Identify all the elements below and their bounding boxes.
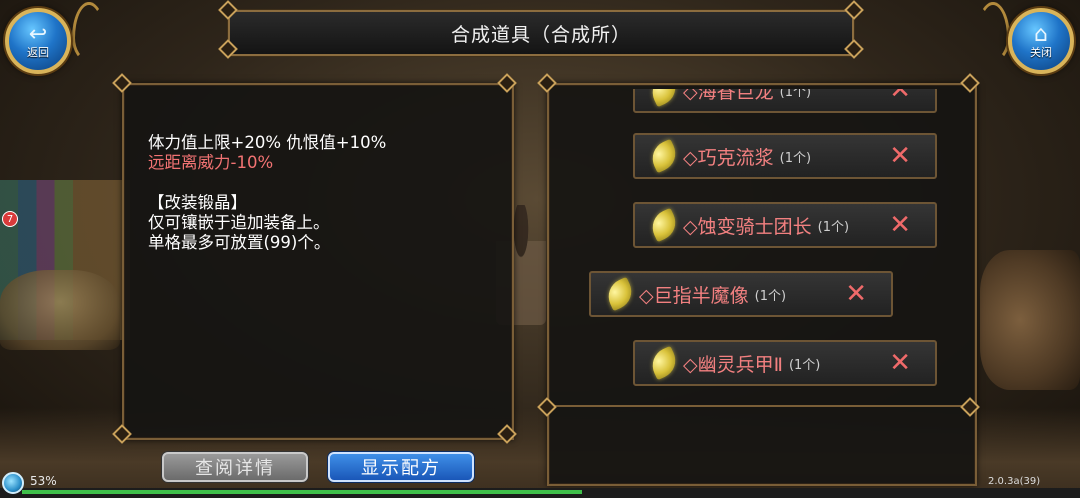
background-barrel-right bbox=[980, 250, 1080, 390]
remove-icon[interactable]: ✕ bbox=[889, 143, 911, 169]
item-name: ◇巨指半魔像 bbox=[639, 284, 749, 307]
crystal-leaf-icon bbox=[646, 138, 682, 174]
item-description: 体力值上限+20% 仇恨值+10% 远距离威力-10% 【改装锻晶】 仅可镶嵌于… bbox=[148, 133, 488, 253]
item-quantity: (1个) bbox=[754, 288, 787, 304]
remove-icon[interactable]: ✕ bbox=[845, 281, 867, 307]
back-label: 返回 bbox=[27, 45, 49, 59]
show-recipe-button[interactable]: 显示配方 bbox=[328, 452, 474, 482]
remove-icon[interactable]: ✕ bbox=[889, 350, 911, 376]
version-label: 2.0.3a(39) bbox=[988, 476, 1041, 487]
materials-panel: ◇海眷巨龙 (1个) ✕ ◇巧克流浆 (1个) ✕ ◇蚀变骑士团长 (1个) ✕… bbox=[547, 83, 977, 486]
remove-icon[interactable]: ✕ bbox=[889, 212, 911, 238]
item-quantity: (1个) bbox=[779, 150, 812, 166]
item-name: ◇巧克流浆 bbox=[683, 146, 774, 169]
stat-line: 体力值上限+20% 仇恨值+10% bbox=[148, 133, 387, 152]
stack-line: 单格最多可放置(99)个。 bbox=[148, 233, 331, 252]
battery-percent: 53% bbox=[30, 474, 57, 488]
crystal-leaf-icon bbox=[646, 89, 682, 108]
ornament-left bbox=[72, 2, 106, 62]
back-button[interactable]: ↩ 返回 bbox=[5, 8, 71, 74]
item-name: ◇幽灵兵甲Ⅱ bbox=[683, 353, 783, 376]
item-quantity: (1个) bbox=[817, 219, 850, 235]
crystal-leaf-icon bbox=[602, 276, 638, 312]
ornament-right bbox=[976, 2, 1010, 62]
usage-line: 仅可镶嵌于追加装备上。 bbox=[148, 213, 330, 232]
list-item[interactable]: ◇巧克流浆 (1个) ✕ bbox=[633, 133, 937, 179]
description-panel: 体力值上限+20% 仇恨值+10% 远距离威力-10% 【改装锻晶】 仅可镶嵌于… bbox=[122, 83, 514, 440]
back-arrow-icon: ↩ bbox=[28, 21, 48, 47]
remove-icon[interactable]: ✕ bbox=[889, 89, 911, 103]
list-item[interactable]: ◇幽灵兵甲Ⅱ (1个) ✕ bbox=[633, 340, 937, 386]
penalty-line: 远距离威力-10% bbox=[148, 153, 274, 172]
crystal-leaf-icon bbox=[646, 345, 682, 381]
close-label: 关闭 bbox=[1030, 45, 1052, 59]
list-divider bbox=[547, 405, 977, 407]
background-barrel-left bbox=[0, 270, 120, 350]
close-button[interactable]: ⌂ 关闭 bbox=[1008, 8, 1074, 74]
category-line: 【改装锻晶】 bbox=[148, 193, 247, 212]
list-item[interactable]: ◇蚀变骑士团长 (1个) ✕ bbox=[633, 202, 937, 248]
title-bar: 合成道具（合成所） bbox=[227, 9, 855, 57]
notification-badge: 7 bbox=[2, 211, 18, 227]
list-item-selected[interactable]: ◇巨指半魔像 (1个) ✕ bbox=[589, 271, 893, 317]
item-quantity: (1个) bbox=[779, 89, 812, 100]
materials-list[interactable]: ◇海眷巨龙 (1个) ✕ ◇巧克流浆 (1个) ✕ ◇蚀变骑士团长 (1个) ✕… bbox=[557, 89, 967, 401]
home-icon: ⌂ bbox=[1034, 21, 1048, 47]
item-quantity: (1个) bbox=[788, 357, 821, 373]
item-name: ◇蚀变骑士团长 bbox=[683, 215, 812, 238]
view-details-button[interactable]: 查阅详情 bbox=[162, 452, 308, 482]
list-item[interactable]: ◇海眷巨龙 (1个) ✕ bbox=[633, 89, 937, 113]
crystal-leaf-icon bbox=[646, 207, 682, 243]
experience-bar-fill bbox=[22, 490, 582, 494]
item-name: ◇海眷巨龙 bbox=[683, 89, 774, 103]
page-title: 合成道具（合成所） bbox=[450, 23, 631, 46]
battery-orb-icon bbox=[2, 472, 24, 494]
